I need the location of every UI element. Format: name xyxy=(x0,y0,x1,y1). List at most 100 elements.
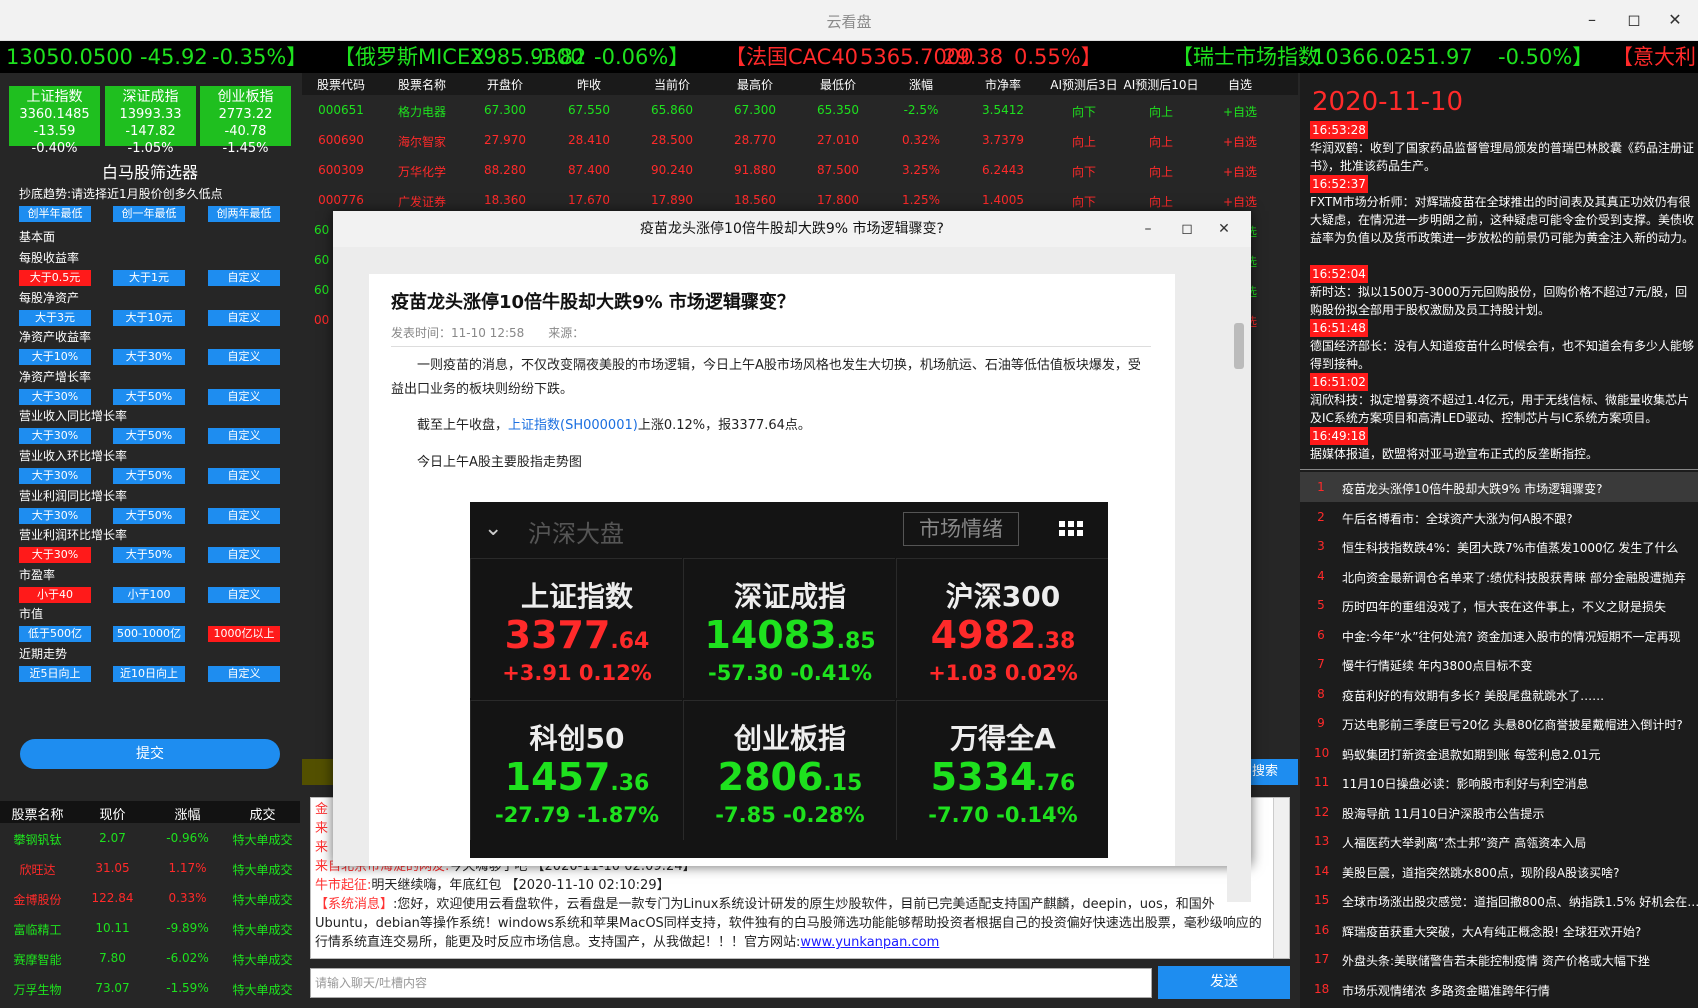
filter-option-button[interactable]: 自定义 xyxy=(208,666,280,682)
table-row[interactable]: 金博股份 122.84 0.33% 特大单成交 xyxy=(0,883,300,913)
filter-option-button[interactable]: 500-1000亿 xyxy=(113,626,185,643)
grid-col-header[interactable]: 最低价 xyxy=(798,76,878,93)
filter-option-button[interactable]: 大于30% xyxy=(19,428,91,445)
hot-news-item[interactable]: 15 全球市场涨出股灾感觉：道指回撤800点、纳指跌1.5% 好机会在…… xyxy=(1300,885,1698,915)
news-item[interactable]: 16:51:02 润欣科技：拟定增募资不超过1.4亿元，用于无线信标、微能量收集芯… xyxy=(1310,373,1695,427)
filter-option-button[interactable]: 大于50% xyxy=(113,468,185,484)
grid-col-header[interactable]: 涨幅 xyxy=(881,76,961,93)
grid-col-header[interactable]: 最高价 xyxy=(715,76,795,93)
hot-news-item[interactable]: 8 疫苗利好的有效期有多长? 美股尾盘就跳水了…… xyxy=(1300,679,1698,709)
index-card-chinext[interactable]: 创业板指 2773.22 -40.78 -1.45% xyxy=(200,86,291,156)
filter-option-button[interactable]: 自定义 xyxy=(208,349,280,366)
add-watchlist-button[interactable]: +自选 xyxy=(1201,103,1279,120)
grid-col-header[interactable]: 股票名称 xyxy=(382,76,462,93)
dialog-minimize-icon[interactable]: – xyxy=(1135,217,1161,241)
filter-option-button[interactable]: 小于100 xyxy=(113,586,185,603)
filter-option-button[interactable]: 自定义 xyxy=(208,586,280,603)
filter-option-button[interactable]: 近5日向上 xyxy=(19,666,91,682)
trend-one-year-button[interactable]: 创一年最低 xyxy=(113,206,185,222)
filter-option-button[interactable]: 自定义 xyxy=(208,468,280,484)
filter-option-button[interactable]: 小于40 xyxy=(19,586,91,603)
stock-row[interactable]: 600309 万华化学 88.280 87.400 90.240 91.880 87.500… xyxy=(302,155,1298,185)
dialog-maximize-icon[interactable]: ◻ xyxy=(1174,217,1200,241)
index-card-shenzhen[interactable]: 深证成指 13993.33 -147.82 -1.05% xyxy=(105,86,196,156)
filter-option-button[interactable]: 自定义 xyxy=(208,270,280,286)
chat-input[interactable]: 请输入聊天/吐槽内容 xyxy=(310,968,1152,998)
news-item[interactable]: 16:49:18 据媒体报道，欧盟将对亚马逊宣布正式的反垄断指控。 xyxy=(1310,427,1695,463)
filter-option-button[interactable]: 大于1元 xyxy=(113,270,185,286)
hot-news-item[interactable]: 17 外盘头条:美联储警告若未能控制疫情 资产价格或大幅下挫 xyxy=(1300,944,1698,974)
grid-col-header[interactable]: 昨收 xyxy=(549,76,629,93)
news-item[interactable]: 16:51:48 德国经济部长：没有人知道疫苗什么时候会有，也不知道会有多少人能够… xyxy=(1310,319,1695,373)
close-icon[interactable]: ✕ xyxy=(1660,7,1690,33)
filter-option-button[interactable]: 低于500亿 xyxy=(19,626,91,643)
news-item[interactable]: 16:52:04 新时达：拟以1500万-3000万元回购股份，回购价格不超过7元… xyxy=(1310,265,1695,319)
filter-option-button[interactable]: 自定义 xyxy=(208,507,280,524)
filter-option-button[interactable]: 大于10% xyxy=(19,349,91,366)
add-watchlist-button[interactable]: +自选 xyxy=(1201,163,1279,180)
stock-row[interactable]: 600690 海尔智家 27.970 28.410 28.500 28.770 27.010… xyxy=(302,125,1298,155)
filter-option-button[interactable]: 大于30% xyxy=(19,547,91,564)
grid-col-header[interactable]: 当前价 xyxy=(632,76,712,93)
hot-news-item[interactable]: 6 中金:今年“水”往何处流? 资金加速入股市的情况短期不一定再现 xyxy=(1300,620,1698,650)
grid-col-header[interactable]: AI预测后3日 xyxy=(1045,76,1123,93)
trend-half-year-button[interactable]: 创半年最低 xyxy=(19,206,91,222)
filter-option-button[interactable]: 大于30% xyxy=(19,388,91,405)
dialog-close-icon[interactable]: ✕ xyxy=(1211,217,1237,241)
table-row[interactable]: 赛摩智能 7.80 -6.02% 特大单成交 xyxy=(0,943,300,973)
filter-option-button[interactable]: 自定义 xyxy=(208,309,280,326)
hot-news-item[interactable]: 9 万达电影前三季度巨亏20亿 头悬80亿商誉披星戴帽进入倒计时? xyxy=(1300,708,1698,738)
add-watchlist-button[interactable]: +自选 xyxy=(1201,193,1279,210)
hot-news-item[interactable]: 13 人福医药大举剥离“杰士邦”资产 高瓴资本入局 xyxy=(1300,826,1698,856)
maximize-icon[interactable]: ◻ xyxy=(1619,7,1649,33)
hot-news-item[interactable]: 2 午后名博看市：全球资产大涨为何A股不跟? xyxy=(1300,502,1698,532)
grid-col-header[interactable]: AI预测后10日 xyxy=(1122,76,1200,93)
add-watchlist-button[interactable]: +自选 xyxy=(1201,133,1279,150)
hot-news-item[interactable]: 12 股海导航 11月10日沪深股市公告提示 xyxy=(1300,797,1698,827)
news-item[interactable]: 16:52:37 FXTM市场分析师：对辉瑞疫苗在全球推出的时间表及其真正功效仍有… xyxy=(1310,175,1695,247)
filter-option-button[interactable]: 自定义 xyxy=(208,547,280,564)
minimize-icon[interactable]: – xyxy=(1577,7,1607,33)
hot-news-item[interactable]: 10 蚂蚁集团打新资金退款如期到账 每签利息2.01元 xyxy=(1300,738,1698,768)
table-row[interactable]: 万孚生物 73.07 -1.59% 特大单成交 xyxy=(0,973,300,1003)
filter-option-button[interactable]: 大于50% xyxy=(113,507,185,524)
filter-option-button[interactable]: 大于3元 xyxy=(19,309,91,326)
filter-option-button[interactable]: 大于50% xyxy=(113,428,185,445)
hot-news-item[interactable]: 14 美股巨震，道指突然跳水800点，现阶段A股该买啥? xyxy=(1300,856,1698,886)
hot-news-item[interactable]: 7 慢牛行情延续 年内3800点目标不变 xyxy=(1300,649,1698,679)
filter-option-button[interactable]: 大于30% xyxy=(113,349,185,366)
hot-news-item[interactable]: 4 北向资金最新调仓名单来了:绩优科技股获青睐 部分金融股遭抛弃 xyxy=(1300,561,1698,591)
site-link[interactable]: www.yunkanpan.com xyxy=(800,935,939,950)
hot-news-item[interactable]: 11 11月10日操盘必读：影响股市利好与利空消息 xyxy=(1300,767,1698,797)
index-card-shanghai[interactable]: 上证指数 3360.1485 -13.59 -0.40% xyxy=(9,86,100,156)
table-row[interactable]: 攀钢钒钛 2.07 -0.96% 特大单成交 xyxy=(0,823,300,853)
news-item[interactable]: 16:53:28 华润双鹤：收到了国家药品监督管理局颁发的普瑞巴林胶囊《药品注册证… xyxy=(1310,121,1695,175)
filter-option-button[interactable]: 大于0.5元 xyxy=(19,270,91,286)
grid-col-header[interactable]: 股票代码 xyxy=(302,76,380,93)
filter-option-button[interactable]: 近10日向上 xyxy=(113,666,185,682)
stock-row[interactable]: 000651 格力电器 67.300 67.550 65.860 67.300 65.350… xyxy=(302,95,1298,125)
trend-two-year-button[interactable]: 创两年最低 xyxy=(208,206,280,222)
grid-col-header[interactable]: 自选 xyxy=(1201,76,1279,93)
grid-col-header[interactable]: 市净率 xyxy=(963,76,1043,93)
chat-scrollbar[interactable] xyxy=(1273,798,1289,958)
filter-option-button[interactable]: 大于50% xyxy=(113,388,185,405)
filter-option-button[interactable]: 大于30% xyxy=(19,507,91,524)
send-button[interactable]: 发送 xyxy=(1158,966,1290,999)
submit-button[interactable]: 提交 xyxy=(20,739,280,769)
index-link[interactable]: 上证指数(SH000001) xyxy=(508,418,638,433)
filter-option-button[interactable]: 大于30% xyxy=(19,468,91,484)
filter-option-button[interactable]: 1000亿以上 xyxy=(208,626,280,643)
scroll-thumb[interactable] xyxy=(1234,323,1244,369)
filter-option-button[interactable]: 自定义 xyxy=(208,428,280,445)
hot-news-item[interactable]: 3 恒生科技指数跌4%：美团大跌7%市值蒸发1000亿 发生了什么 xyxy=(1300,531,1698,561)
grid-col-header[interactable]: 开盘价 xyxy=(465,76,545,93)
filter-option-button[interactable]: 自定义 xyxy=(208,388,280,405)
hot-news-item[interactable]: 18 市场乐观情绪浓 多路资金瞄准跨年行情 xyxy=(1300,974,1698,1004)
filter-option-button[interactable]: 大于10元 xyxy=(113,309,185,326)
hot-news-item[interactable]: 5 历时四年的重组没戏了，恒大丧在这件事上，不义之财是损失 xyxy=(1300,590,1698,620)
hot-news-item[interactable]: 16 辉瑞疫苗获重大突破，大A有纯正概念股! 全球狂欢开始? xyxy=(1300,915,1698,945)
dialog-scrollbar[interactable] xyxy=(1227,283,1251,902)
table-row[interactable]: 富临精工 10.11 -9.89% 特大单成交 xyxy=(0,913,300,943)
filter-option-button[interactable]: 大于50% xyxy=(113,547,185,564)
